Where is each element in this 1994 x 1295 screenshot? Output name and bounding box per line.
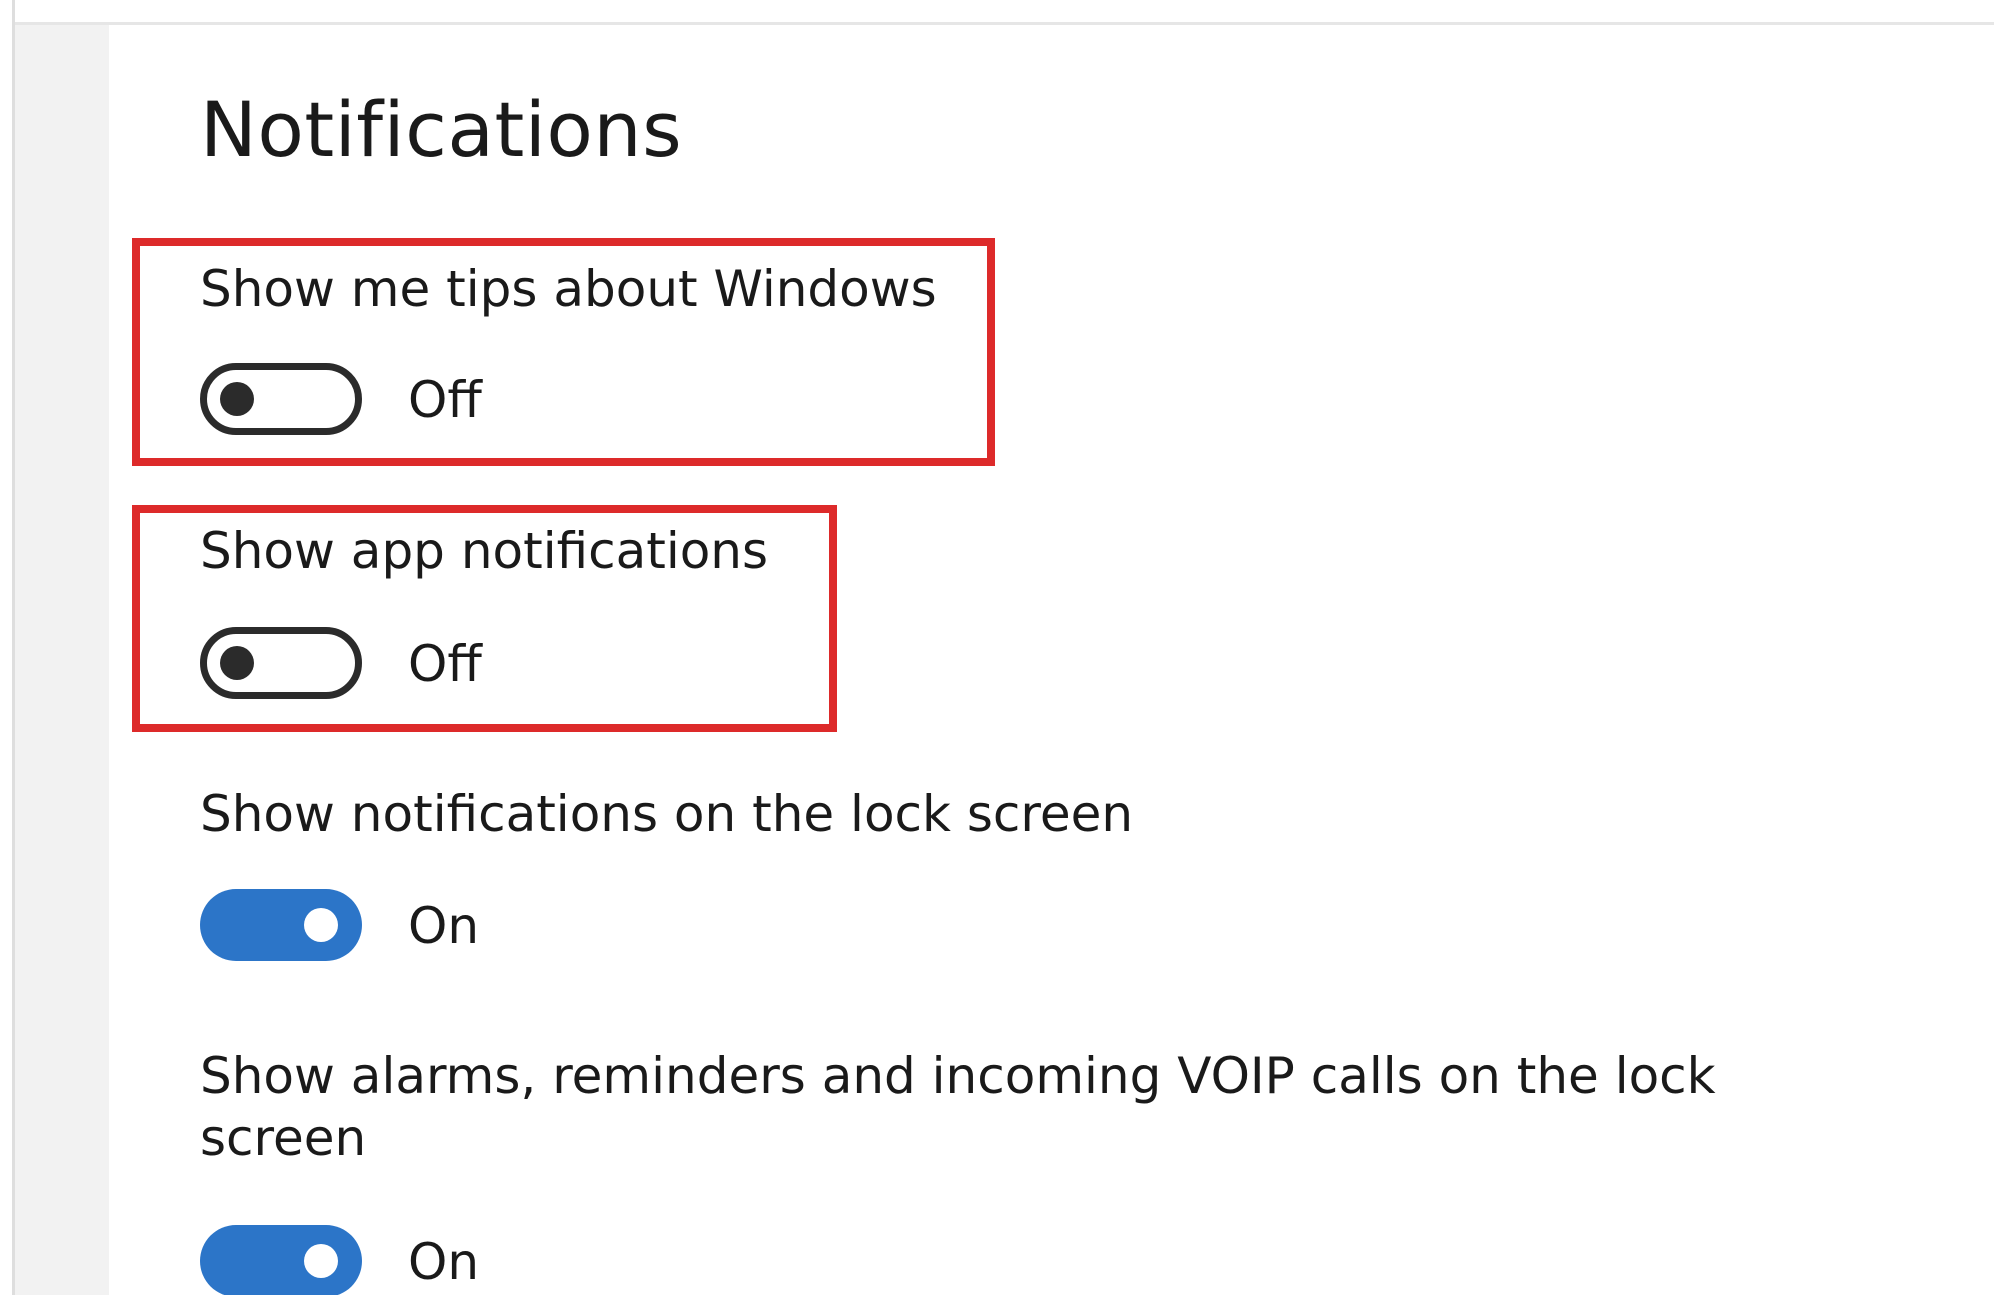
setting-label-tips: Show me tips about Windows — [200, 260, 937, 318]
setting-label-app-notifications: Show app notifications — [200, 522, 769, 580]
toggle-state-app-notifications: Off — [408, 635, 482, 693]
toggle-knob — [220, 646, 254, 680]
toggle-app-notifications[interactable] — [200, 627, 362, 699]
toggle-state-tips: Off — [408, 371, 482, 429]
setting-label-alarms-voip: Show alarms, reminders and incoming VOIP… — [200, 1047, 1716, 1167]
toggle-knob — [304, 908, 338, 942]
toggle-tips[interactable] — [200, 363, 362, 435]
toggle-knob — [304, 1244, 338, 1278]
toggle-knob — [220, 382, 254, 416]
toggle-state-lock-screen-notifications: On — [408, 897, 480, 955]
page-title: Notifications — [200, 85, 683, 174]
toggle-state-alarms-voip: On — [408, 1233, 480, 1291]
top-bar — [0, 0, 1994, 25]
window-left-border — [0, 0, 15, 1295]
navigation-pane — [15, 25, 109, 1295]
settings-window: Notifications Show me tips about Windows… — [0, 0, 1994, 1295]
setting-label-lock-screen-notifications: Show notifications on the lock screen — [200, 785, 1134, 843]
toggle-lock-screen-notifications[interactable] — [200, 889, 362, 961]
toggle-alarms-voip[interactable] — [200, 1225, 362, 1295]
